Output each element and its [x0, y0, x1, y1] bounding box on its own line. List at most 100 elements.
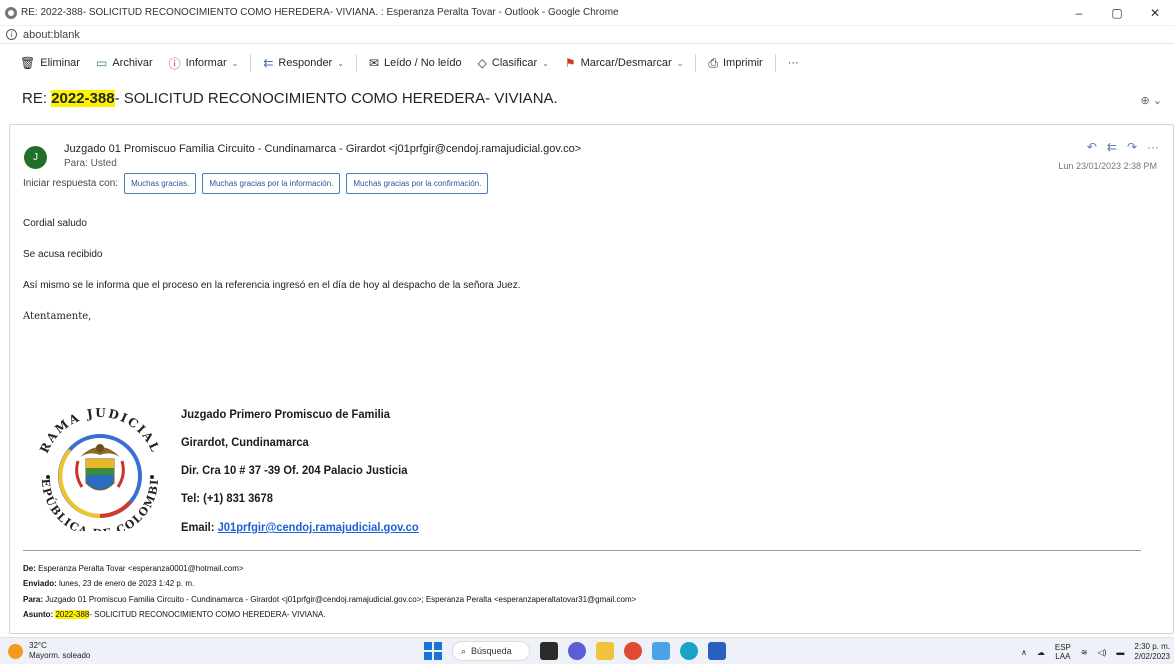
- sender-name[interactable]: Juzgado 01 Promiscuo Familia Circuito - …: [64, 143, 581, 155]
- search-label: Búsqueda: [471, 646, 512, 656]
- message-toolbar: 🗑 Eliminar ▭ Archivar ⓘ Informar ⌄ ⇇ Res…: [12, 50, 1164, 76]
- delete-label: Eliminar: [40, 57, 80, 69]
- search-icon: ⌕: [461, 645, 467, 656]
- report-button[interactable]: ⓘ Informar ⌄: [161, 51, 247, 75]
- chevron-down-icon[interactable]: ⌄: [677, 59, 684, 68]
- subject-prefix: RE:: [22, 90, 52, 107]
- task-view-icon[interactable]: [540, 642, 558, 660]
- tag-icon: ◇: [477, 56, 487, 70]
- message-date: Lun 23/01/2023 2:38 PM: [1058, 161, 1157, 171]
- printer-icon: ⎙: [708, 55, 718, 70]
- signature-court-name: Juzgado Primero Promiscuo de Familia: [181, 407, 391, 421]
- reply-button[interactable]: ⇇ Responder ⌄: [255, 51, 352, 75]
- rama-judicial-seal: RAMA JUDICIAL REPÚBLICA DE COLOMBIA: [16, 391, 172, 540]
- flag-button[interactable]: ⚑ Marcar/Desmarcar ⌄: [557, 51, 692, 75]
- reply-all-icon[interactable]: ⇇: [1107, 140, 1117, 154]
- chrome-taskbar-icon[interactable]: [624, 642, 642, 660]
- language-bottom: LAA: [1055, 652, 1071, 661]
- chevron-down-icon[interactable]: ⌄: [232, 59, 239, 68]
- toolbar-divider: [250, 54, 252, 72]
- signature-email-label: Email:: [181, 520, 218, 534]
- close-button[interactable]: ✕: [1136, 0, 1174, 26]
- subject-reference-highlight: 2022-388: [51, 90, 115, 107]
- recipient-line: Para: Usted: [64, 158, 117, 169]
- info-icon[interactable]: i: [6, 29, 17, 40]
- sun-icon: [8, 643, 23, 659]
- weather-widget[interactable]: 32°C Mayorm. soleado: [8, 641, 90, 661]
- file-explorer-icon[interactable]: [596, 642, 614, 660]
- taskbar-apps: ⌕ Búsqueda: [424, 641, 726, 661]
- quick-reply-button[interactable]: Muchas gracias por la información.: [202, 173, 341, 194]
- chat-icon[interactable]: [568, 642, 586, 660]
- flag-label: Marcar/Desmarcar: [580, 57, 672, 69]
- archive-button[interactable]: ▭ Archivar: [88, 51, 161, 75]
- print-button[interactable]: ⎙ Imprimir: [700, 51, 770, 75]
- subject-rest: - SOLICITUD RECONOCIMIENTO COMO HEREDERA…: [114, 90, 558, 107]
- quoted-subject-rest: - SOLICITUD RECONOCIMIENTO COMO HEREDERA…: [89, 610, 326, 619]
- reply-icon[interactable]: ↶: [1087, 140, 1097, 154]
- quick-replies: Iniciar respuesta con: Muchas gracias. M…: [23, 173, 489, 194]
- word-icon[interactable]: [708, 642, 726, 660]
- windows-start-icon[interactable]: [424, 642, 442, 660]
- taskbar-search[interactable]: ⌕ Búsqueda: [452, 641, 530, 661]
- signature-email-link[interactable]: J01prfgir@cendoj.ramajudicial.gov.co: [218, 520, 419, 534]
- clock-time: 2:30 p. m.: [1134, 642, 1170, 651]
- quoted-sent-label: Enviado:: [23, 579, 57, 588]
- quoted-from-label: De:: [23, 564, 36, 573]
- signature-email: Email: J01prfgir@cendoj.ramajudicial.gov…: [181, 520, 419, 534]
- window-controls: – ▢ ✕: [1060, 0, 1174, 26]
- email-message-card: J Juzgado 01 Promiscuo Familia Circuito …: [9, 124, 1174, 634]
- body-closing: Atentamente,: [23, 311, 92, 322]
- quick-reply-button[interactable]: Muchas gracias.: [124, 173, 197, 194]
- body-greeting: Cordial saludo: [23, 218, 87, 229]
- body-line: Se acusa recibido: [23, 249, 103, 260]
- volume-icon[interactable]: ◁): [1098, 648, 1107, 657]
- more-actions-button[interactable]: ···: [780, 51, 807, 75]
- categorize-button[interactable]: ◇ Clasificar ⌄: [470, 51, 557, 75]
- edge-icon[interactable]: [680, 642, 698, 660]
- read-unread-button[interactable]: ✉ Leído / No leído: [361, 51, 470, 75]
- quick-reply-button[interactable]: Muchas gracias por la confirmación.: [346, 173, 489, 194]
- more-icon[interactable]: ···: [1147, 140, 1159, 154]
- language-indicator[interactable]: ESP LAA: [1055, 643, 1071, 661]
- report-label: Informar: [185, 57, 227, 69]
- trash-icon: 🗑: [20, 56, 36, 70]
- maximize-button[interactable]: ▢: [1098, 0, 1136, 26]
- quoted-subject-label: Asunto:: [23, 610, 54, 619]
- read-unread-label: Leído / No leído: [384, 57, 462, 69]
- teams-icon[interactable]: [652, 642, 670, 660]
- categorize-label: Clasificar: [491, 57, 538, 69]
- toolbar-divider: [695, 54, 697, 72]
- quoted-to: Para: Juzgado 01 Promiscuo Familia Circu…: [23, 595, 636, 604]
- flag-icon: ⚑: [564, 56, 576, 70]
- temperature: 32°C: [29, 641, 47, 650]
- reply-all-icon: ⇇: [263, 56, 274, 70]
- toolbar-divider: [774, 54, 776, 72]
- delete-button[interactable]: 🗑 Eliminar: [12, 51, 88, 75]
- quoted-to-value: Juzgado 01 Promiscuo Familia Circuito - …: [43, 595, 637, 604]
- wifi-icon[interactable]: ≋: [1081, 648, 1088, 657]
- cloud-icon[interactable]: ☁: [1037, 648, 1045, 657]
- language-top: ESP: [1054, 643, 1071, 652]
- signature-address: Dir. Cra 10 # 37 -39 Of. 204 Palacio Jus…: [181, 463, 408, 477]
- toolbar-divider: [355, 54, 357, 72]
- address-bar[interactable]: i about:blank: [0, 26, 1174, 44]
- forward-icon[interactable]: ↷: [1127, 140, 1137, 154]
- avatar[interactable]: J: [24, 146, 47, 169]
- minimize-button[interactable]: –: [1060, 0, 1098, 26]
- battery-icon[interactable]: ▬: [1116, 648, 1124, 657]
- chevron-up-icon[interactable]: ∧: [1021, 648, 1027, 657]
- quick-reply-label: Iniciar respuesta con:: [23, 178, 119, 189]
- archive-icon: ▭: [95, 56, 108, 70]
- browser-title-bar: RE: 2022-388- SOLICITUD RECONOCIMIENTO C…: [0, 0, 1174, 26]
- chevron-down-icon[interactable]: ⌄: [337, 59, 344, 68]
- print-label: Imprimir: [723, 57, 763, 69]
- reply-label: Responder: [278, 57, 333, 69]
- quoted-subject-ref: 2022-388: [55, 610, 90, 619]
- zoom-icon[interactable]: ⊕ ⌄: [1141, 94, 1163, 107]
- chevron-down-icon[interactable]: ⌄: [542, 59, 549, 68]
- body-line: Así mismo se le informa que el proceso e…: [23, 280, 521, 291]
- archive-label: Archivar: [112, 57, 153, 69]
- quoted-divider: [23, 550, 1141, 551]
- clock[interactable]: 2:30 p. m. 2/02/2023: [1134, 642, 1170, 662]
